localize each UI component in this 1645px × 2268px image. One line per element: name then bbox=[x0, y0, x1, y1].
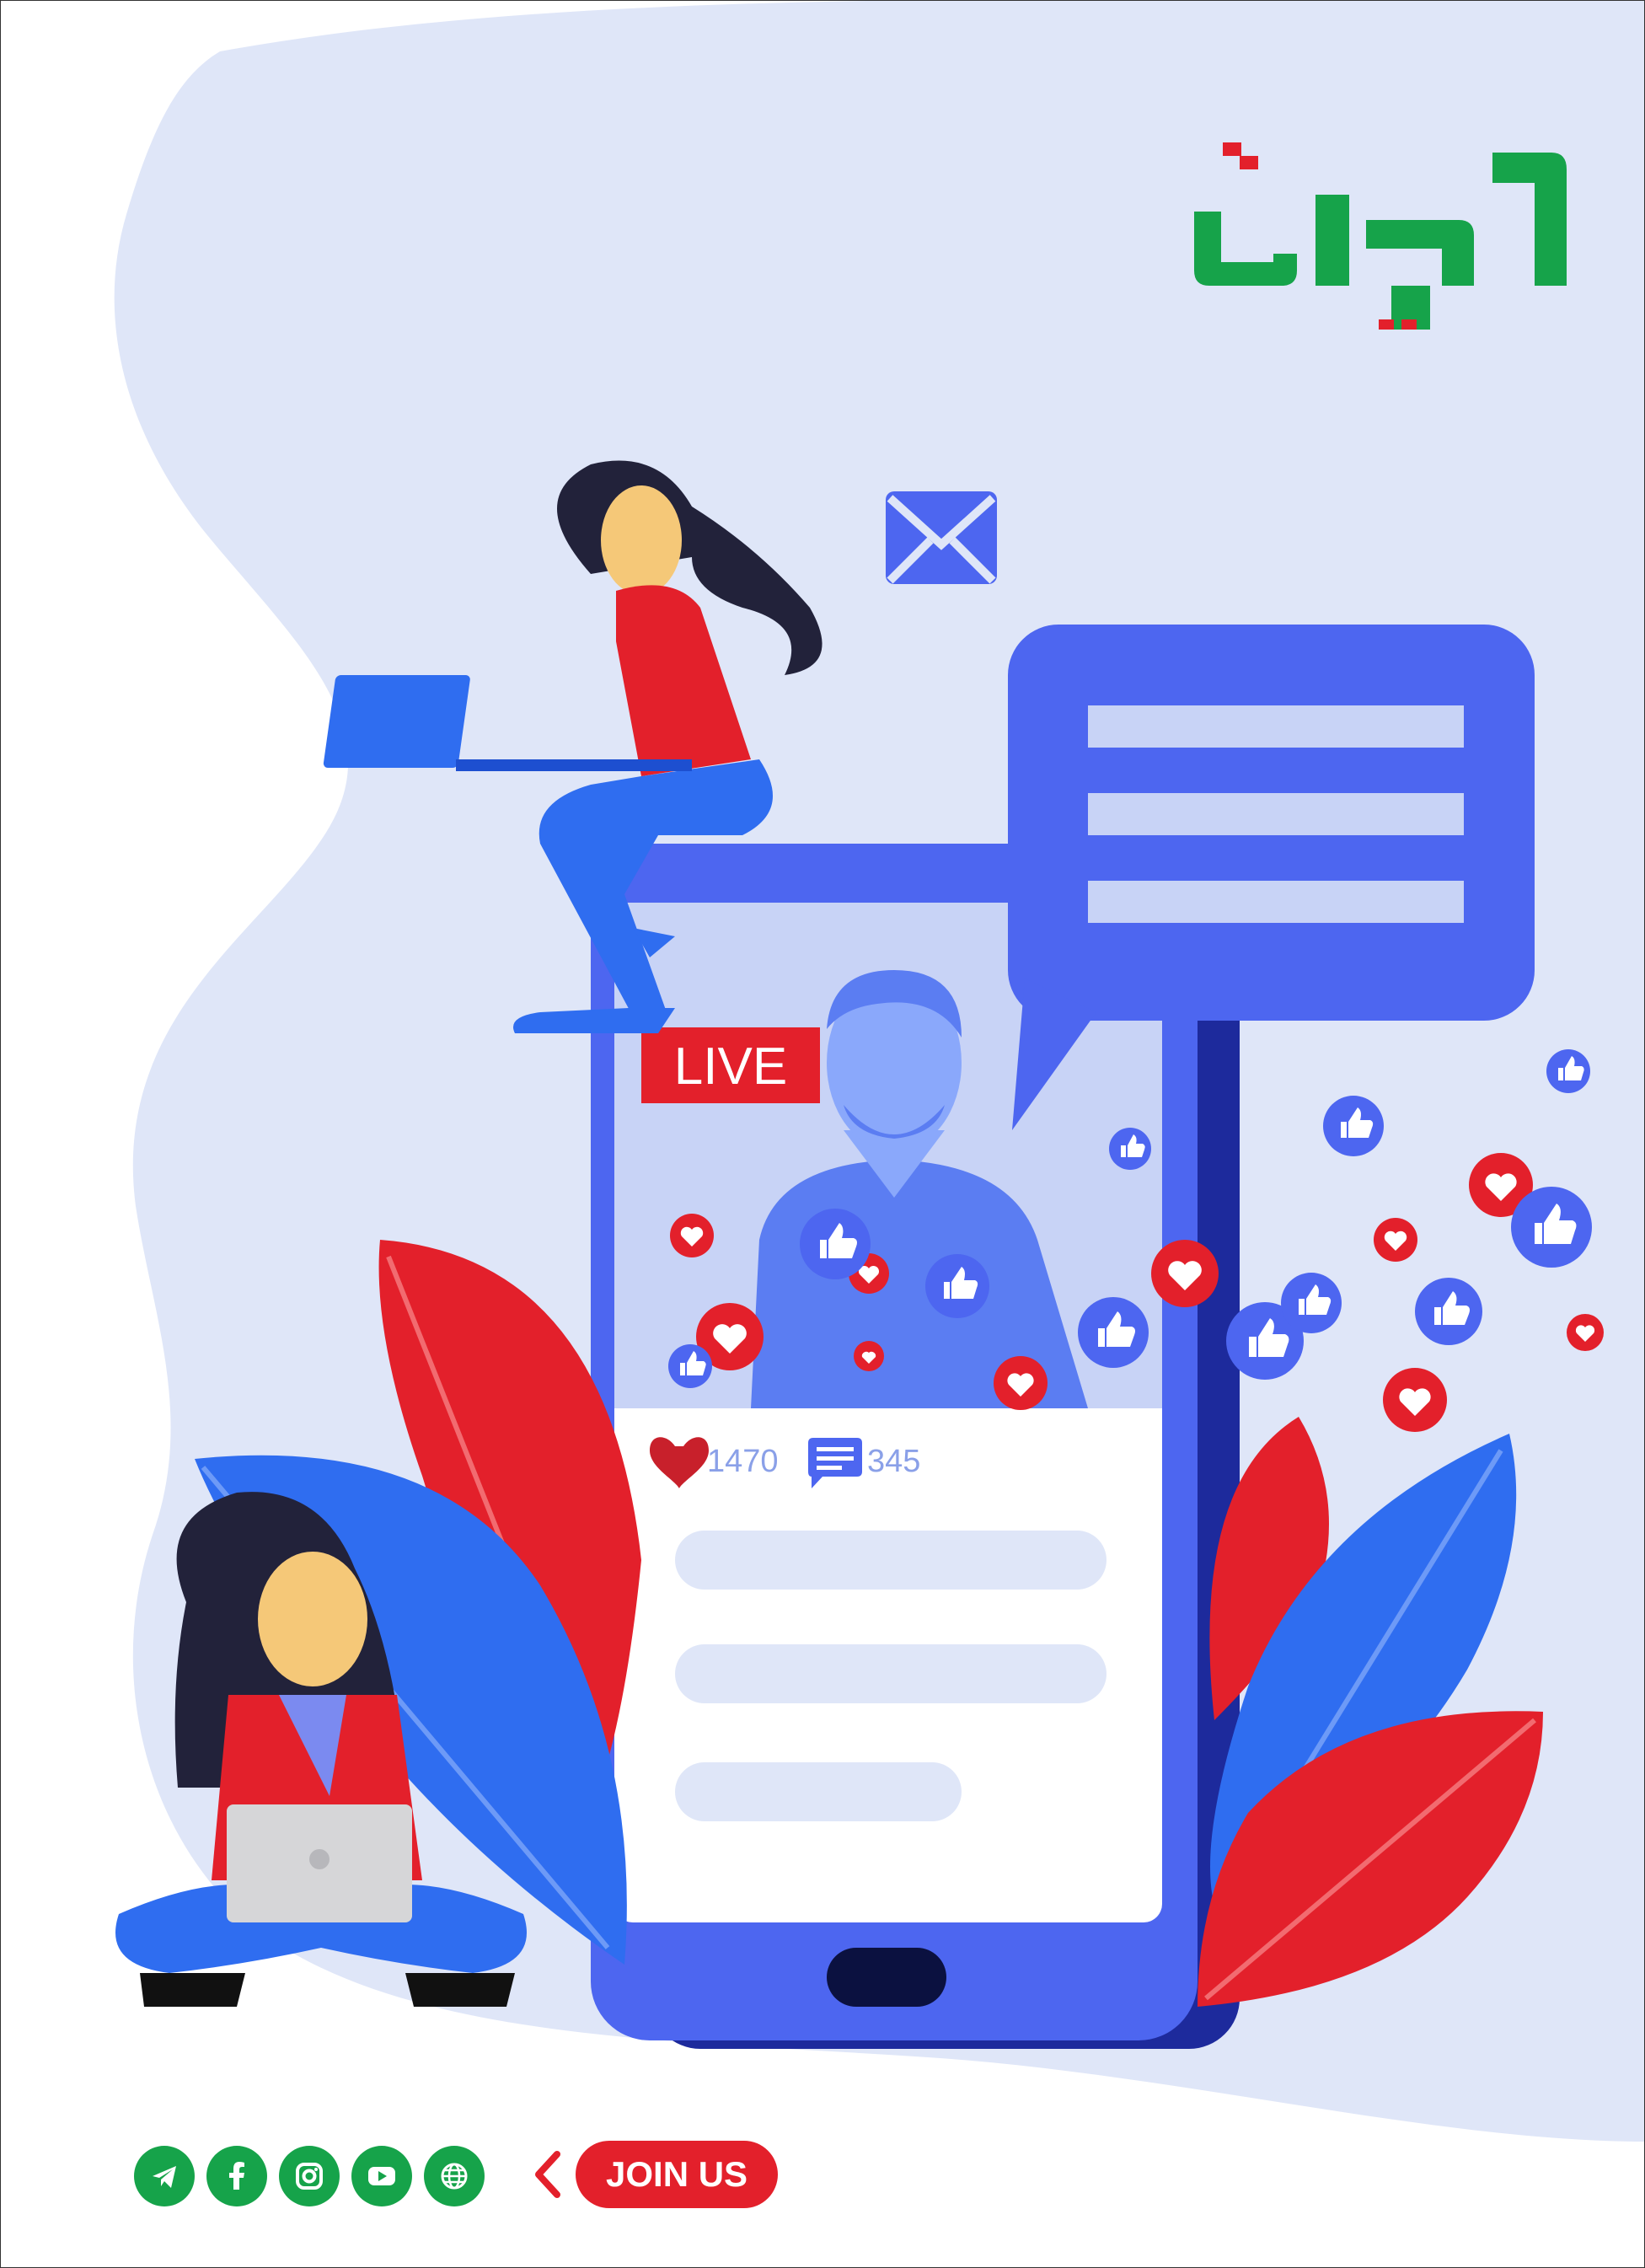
youtube-icon[interactable] bbox=[351, 2146, 412, 2206]
home-button bbox=[827, 1948, 946, 2007]
web-icon[interactable] bbox=[424, 2146, 485, 2206]
likes-count: 1470 bbox=[707, 1444, 779, 1479]
live-label: LIVE bbox=[674, 1037, 787, 1096]
content-bar-1 bbox=[675, 1531, 1106, 1590]
content-bar-2 bbox=[675, 1644, 1106, 1703]
comments-count: 345 bbox=[867, 1444, 920, 1479]
instagram-icon[interactable] bbox=[279, 2146, 340, 2206]
envelope-icon bbox=[886, 491, 997, 584]
content-bar-3 bbox=[675, 1762, 962, 1821]
join-us-group: JOIN US bbox=[532, 2138, 779, 2211]
poster: LIVE 1470 345 JOIN US bbox=[0, 0, 1645, 2268]
join-us-button[interactable]: JOIN US bbox=[576, 2141, 779, 2208]
social-links bbox=[134, 2138, 485, 2214]
chevron-left-icon bbox=[535, 2151, 560, 2198]
telegram-icon[interactable] bbox=[134, 2146, 195, 2206]
illustration: LIVE 1470 345 bbox=[114, 1, 1644, 2142]
facebook-icon[interactable] bbox=[206, 2146, 267, 2206]
